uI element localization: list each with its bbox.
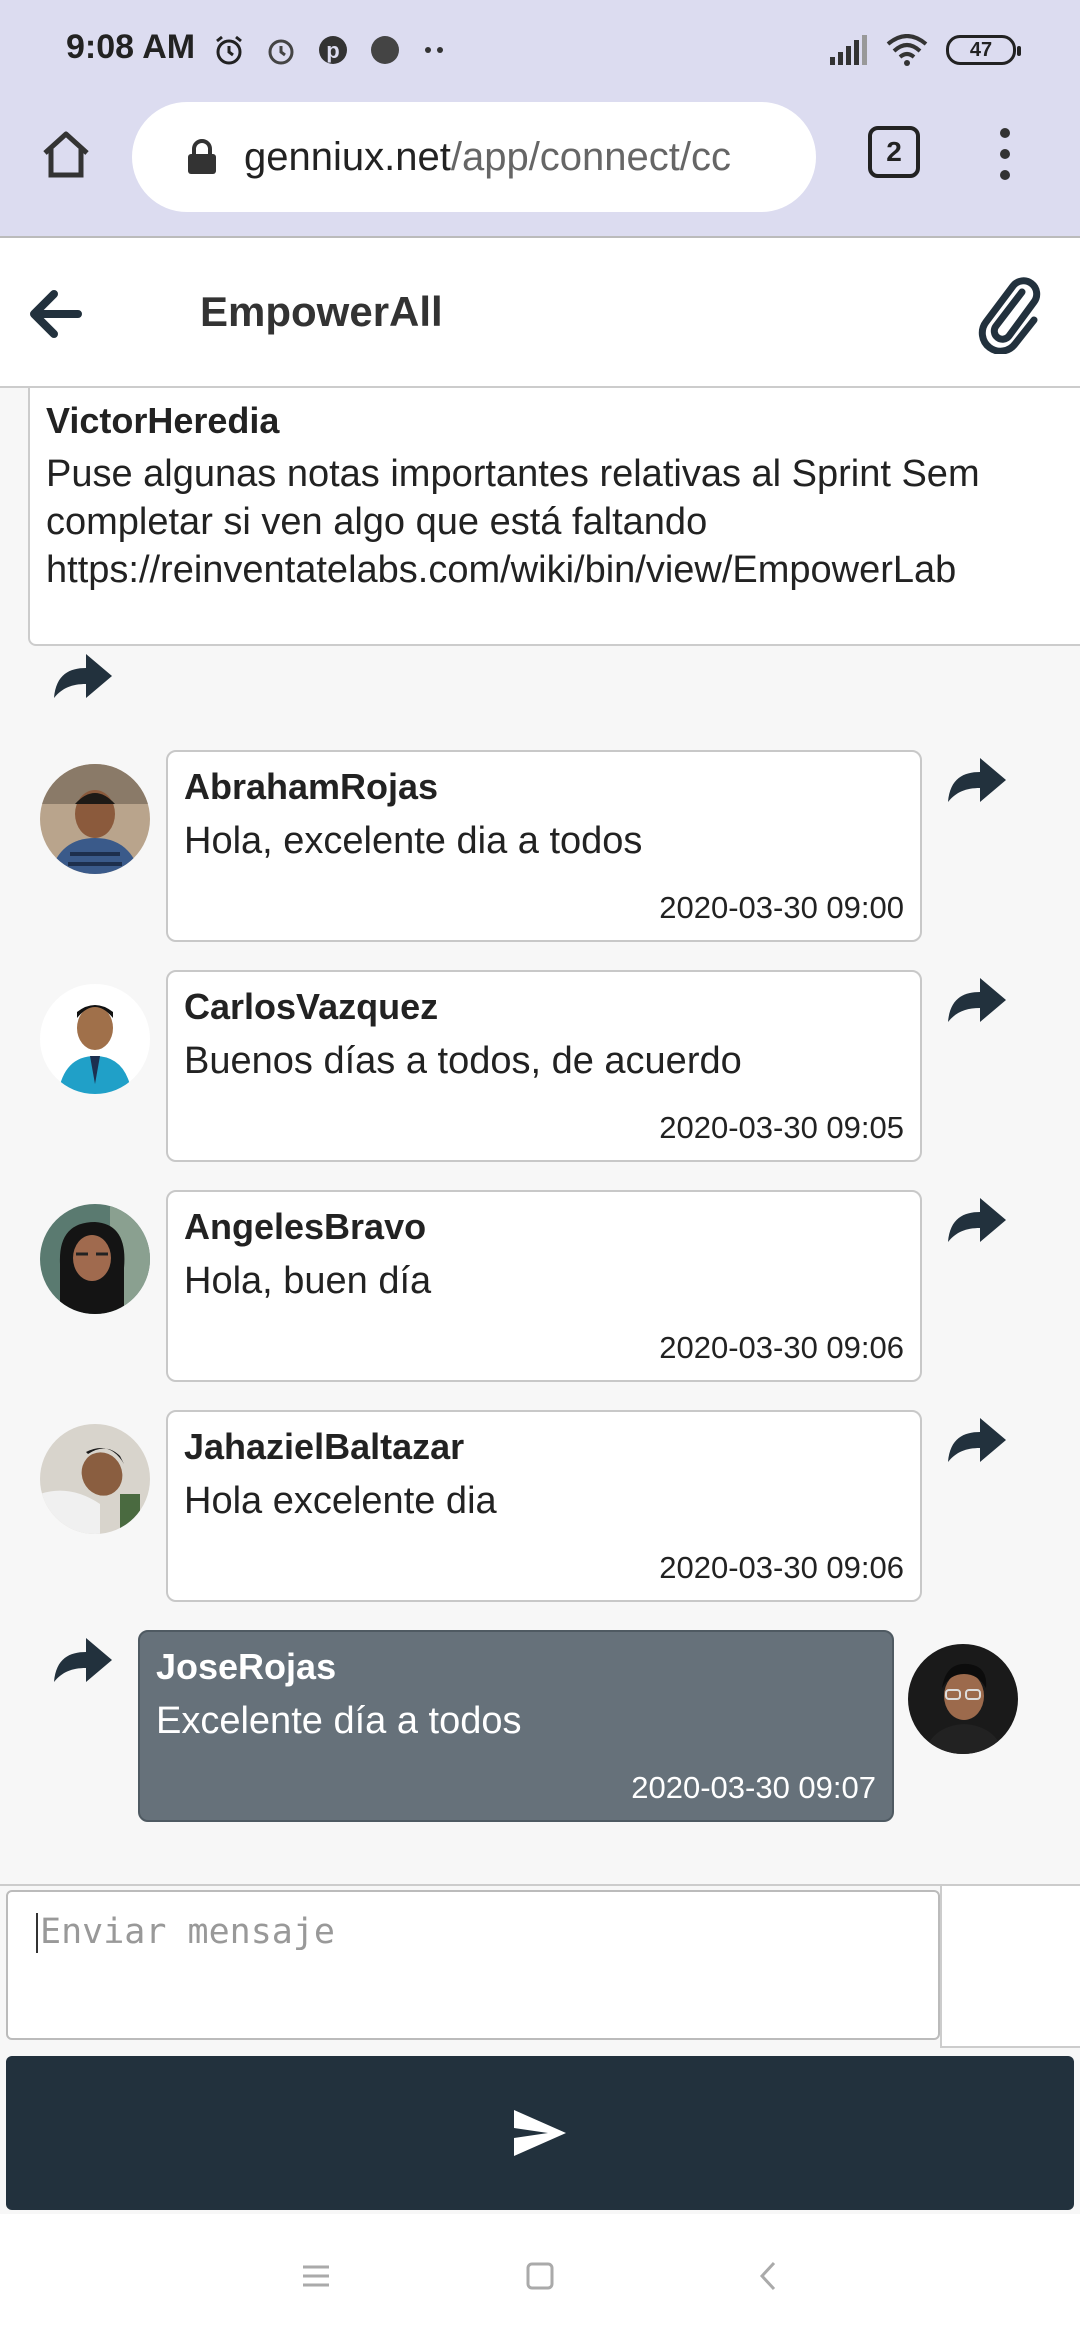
home-button[interactable] bbox=[34, 122, 98, 186]
message-text: Hola, buen día bbox=[184, 1260, 432, 1302]
browser-menu-button[interactable] bbox=[990, 122, 1020, 186]
status-bar: 9:08 AM p 47 bbox=[0, 0, 1080, 96]
lock-icon bbox=[182, 137, 222, 177]
svg-text:p: p bbox=[326, 38, 339, 63]
message-row-own: JoseRojas Excelente día a todos 2020-03-… bbox=[0, 1630, 1080, 1822]
message-author: VictorHeredia bbox=[46, 400, 280, 441]
paperclip-icon bbox=[978, 277, 1041, 355]
app-dot-icon bbox=[371, 36, 399, 64]
forward-icon[interactable] bbox=[50, 1634, 114, 1686]
message-bubble: AbrahamRojas Hola, excelente dia a todos… bbox=[166, 750, 922, 942]
url-host: genniux.net bbox=[244, 134, 451, 179]
message-timestamp: 2020-03-30 09:06 bbox=[659, 1550, 904, 1585]
home-nav-button[interactable] bbox=[518, 2254, 562, 2298]
url-bar[interactable]: genniux.net/app/connect/cc bbox=[132, 102, 816, 212]
signal-icon bbox=[830, 35, 867, 65]
message-text: Buenos días a todos, de acuerdo bbox=[184, 1040, 742, 1082]
message-author: CarlosVazquez bbox=[184, 986, 439, 1027]
message-timestamp: 2020-03-30 09:00 bbox=[659, 890, 904, 925]
message-author: JoseRojas bbox=[156, 1646, 337, 1687]
battery-icon: 47 bbox=[946, 35, 1021, 65]
browser-toolbar: genniux.net/app/connect/cc 2 bbox=[0, 96, 1080, 236]
message-timestamp: 2020-03-30 09:05 bbox=[659, 1110, 904, 1145]
message-input-placeholder: Enviar mensaje bbox=[40, 1912, 336, 1952]
message-author: JahazielBaltazar bbox=[184, 1426, 465, 1467]
messages-list[interactable]: VictorHeredia Puse algunas notas importa… bbox=[0, 388, 1080, 1884]
alarm-icon bbox=[216, 35, 242, 65]
send-button[interactable] bbox=[6, 2056, 1074, 2210]
avatar bbox=[40, 1204, 150, 1314]
recents-button[interactable] bbox=[294, 2254, 338, 2298]
send-icon bbox=[514, 2110, 566, 2156]
message-bubble-own: JoseRojas Excelente día a todos 2020-03-… bbox=[138, 1630, 894, 1822]
url-path: /app/connect/cc bbox=[450, 134, 732, 179]
forward-icon[interactable] bbox=[50, 650, 114, 702]
tab-switcher-button[interactable]: 2 bbox=[868, 126, 920, 178]
message-text: Hola, excelente dia a todos bbox=[184, 820, 643, 862]
message-bubble: CarlosVazquez Buenos días a todos, de ac… bbox=[166, 970, 922, 1162]
forward-icon[interactable] bbox=[944, 1414, 1008, 1466]
back-nav-button[interactable] bbox=[746, 2254, 790, 2298]
message-text: Puse algunas notas importantes relativas… bbox=[46, 453, 980, 591]
forward-icon[interactable] bbox=[944, 1194, 1008, 1246]
message-input[interactable]: Enviar mensaje bbox=[6, 1890, 940, 2040]
message-row: AngelesBravo Hola, buen día 2020-03-30 0… bbox=[0, 1190, 1080, 1382]
chevron-left-icon bbox=[759, 2261, 776, 2291]
message-bubble: AngelesBravo Hola, buen día 2020-03-30 0… bbox=[166, 1190, 922, 1382]
message-composer: Enviar mensaje bbox=[0, 1884, 1080, 2214]
avatar bbox=[908, 1644, 1018, 1754]
status-notification-icons: p bbox=[212, 30, 450, 70]
message-row: JahazielBaltazar Hola excelente dia 2020… bbox=[0, 1410, 1080, 1602]
message-bubble: JahazielBaltazar Hola excelente dia 2020… bbox=[166, 1410, 922, 1602]
more-notifications-icon bbox=[425, 47, 443, 53]
forward-icon[interactable] bbox=[944, 974, 1008, 1026]
system-nav-bar bbox=[0, 2214, 1080, 2340]
message-timestamp: 2020-03-30 09:07 bbox=[631, 1770, 876, 1805]
menu-dot-icon bbox=[1000, 128, 1010, 138]
composer-side-panel bbox=[940, 1886, 1080, 2048]
home-icon bbox=[43, 131, 89, 178]
attach-button[interactable] bbox=[976, 274, 1046, 355]
message-timestamp: 2020-03-30 09:06 bbox=[659, 1330, 904, 1365]
status-system-icons: 47 bbox=[828, 30, 1021, 70]
arrow-left-icon bbox=[30, 290, 82, 338]
app-header: EmpowerAll bbox=[0, 236, 1080, 388]
message-text: Hola excelente dia bbox=[184, 1480, 497, 1522]
message-text: Excelente día a todos bbox=[156, 1700, 522, 1742]
message-row: CarlosVazquez Buenos días a todos, de ac… bbox=[0, 970, 1080, 1162]
menu-dot-icon bbox=[1000, 149, 1010, 159]
pinterest-icon: p bbox=[319, 36, 347, 64]
message-author: AngelesBravo bbox=[184, 1206, 427, 1247]
avatar bbox=[40, 1424, 150, 1534]
avatar bbox=[40, 984, 150, 1094]
menu-dot-icon bbox=[1000, 170, 1010, 180]
forward-icon[interactable] bbox=[944, 754, 1008, 806]
wifi-icon bbox=[886, 34, 928, 66]
alarm-outline-icon bbox=[268, 39, 294, 65]
square-icon bbox=[526, 2262, 554, 2290]
avatar bbox=[40, 764, 150, 874]
back-button[interactable] bbox=[26, 284, 86, 344]
message-bubble: VictorHeredia Puse algunas notas importa… bbox=[28, 388, 1080, 646]
text-caret bbox=[36, 1913, 38, 1953]
message-author: AbrahamRojas bbox=[184, 766, 439, 807]
menu-lines-icon bbox=[303, 2265, 329, 2287]
status-time: 9:08 AM bbox=[66, 28, 196, 66]
page-title: EmpowerAll bbox=[200, 288, 443, 335]
browser-chrome: 9:08 AM p 47 genniux.net/app/connect/cc … bbox=[0, 0, 1080, 236]
url-text: genniux.net/app/connect/cc bbox=[244, 135, 731, 180]
message-row: AbrahamRojas Hola, excelente dia a todos… bbox=[0, 750, 1080, 942]
